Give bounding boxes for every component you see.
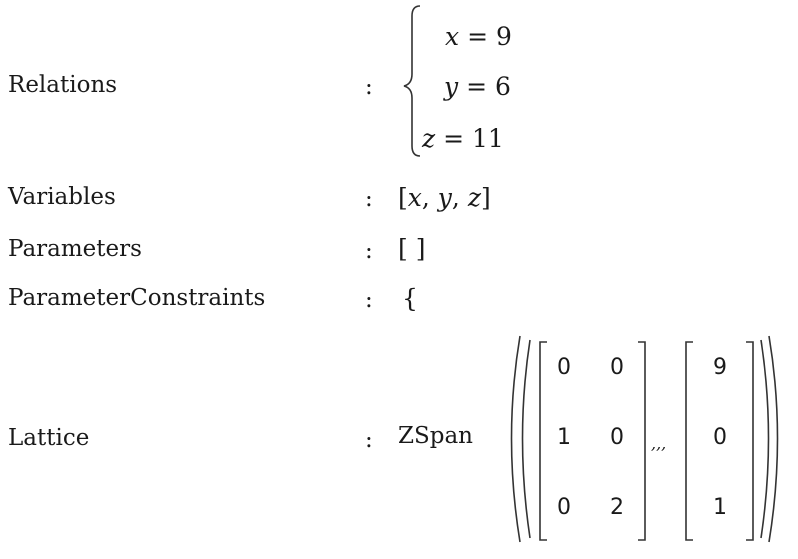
outer-right-paren-icon [768,335,779,543]
lattice-separator: ,,, [651,434,667,453]
lattice-brackets [510,335,779,543]
matrix-cell-2-0: 0 [557,495,571,520]
vector-cell-2: 1 [713,495,727,520]
matrix-cell-1-1: 0 [610,425,624,450]
matrix-cell-0-0: 0 [557,355,571,380]
vector-right-bracket-icon [746,341,754,541]
matrix-right-bracket-icon [638,341,646,541]
outer-left-paren-icon [510,335,521,543]
inner-left-paren-icon [521,339,531,539]
vector-cell-0: 9 [713,355,727,380]
vector-left-bracket-icon [685,341,693,541]
matrix-cell-0-1: 0 [610,355,624,380]
matrix-left-bracket-icon [539,341,547,541]
inner-right-paren-icon [760,339,770,539]
matrix-cell-2-1: 2 [610,495,624,520]
vector-cell-1: 0 [713,425,727,450]
matrix-cell-1-0: 1 [557,425,571,450]
